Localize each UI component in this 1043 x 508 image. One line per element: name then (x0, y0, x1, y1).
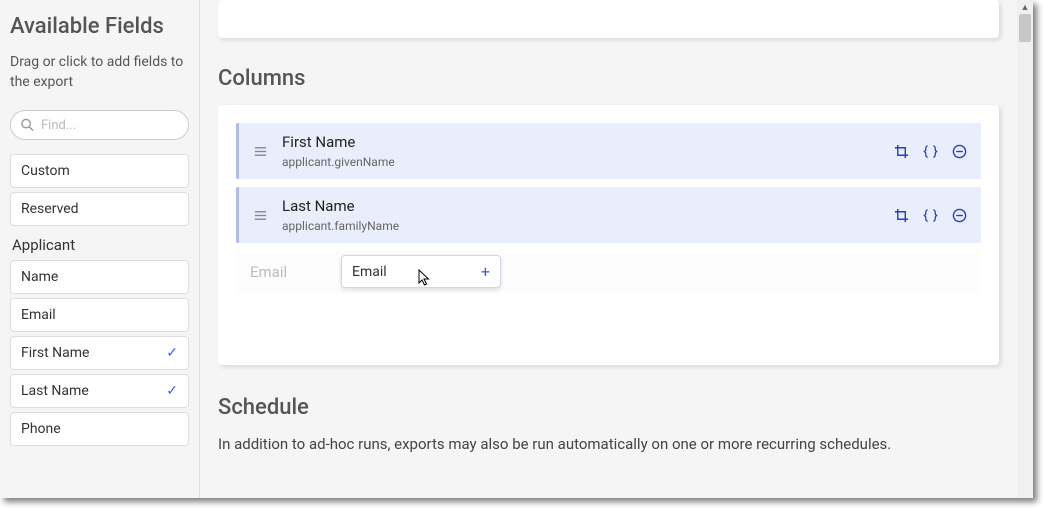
drop-row[interactable]: Email Email + (236, 251, 981, 293)
remove-icon[interactable] (952, 208, 967, 223)
group-label-applicant: Applicant (12, 236, 189, 254)
cursor-icon (418, 269, 434, 293)
field-name[interactable]: Name (10, 260, 189, 294)
scroll-up-icon[interactable]: ▲ (1017, 0, 1033, 14)
sidebar-subtitle: Drag or click to add fields to the expor… (10, 53, 189, 92)
crop-icon[interactable] (894, 144, 909, 159)
check-icon: ✓ (166, 383, 178, 399)
drag-handle-icon[interactable] (253, 208, 268, 223)
columns-card: First Name applicant.givenName Last Name (218, 105, 999, 365)
drop-placeholder: Email (250, 263, 287, 281)
top-card (218, 0, 999, 38)
search-icon (20, 118, 35, 133)
column-name: First Name (282, 133, 894, 151)
field-last-name[interactable]: Last Name✓ (10, 374, 189, 408)
scrollbar-thumb[interactable] (1019, 14, 1031, 42)
braces-icon[interactable] (923, 144, 938, 159)
drag-handle-icon[interactable] (253, 144, 268, 159)
search-wrap (10, 110, 189, 140)
sidebar-title: Available Fields (10, 14, 189, 39)
sidebar: Available Fields Drag or click to add fi… (0, 0, 200, 498)
field-first-name[interactable]: First Name✓ (10, 336, 189, 370)
remove-icon[interactable] (952, 144, 967, 159)
check-icon: ✓ (166, 345, 178, 361)
column-path: applicant.familyName (282, 219, 894, 233)
schedule-title: Schedule (218, 395, 999, 420)
column-path: applicant.givenName (282, 155, 894, 169)
column-name: Last Name (282, 197, 894, 215)
columns-title: Columns (218, 66, 999, 91)
braces-icon[interactable] (923, 208, 938, 223)
field-phone[interactable]: Phone (10, 412, 189, 446)
main-panel: ▲ Columns First Name applicant.givenName (200, 0, 1033, 498)
field-reserved[interactable]: Reserved (10, 192, 189, 226)
field-custom[interactable]: Custom (10, 154, 189, 188)
crop-icon[interactable] (894, 208, 909, 223)
drag-chip-label: Email (352, 264, 387, 280)
schedule-description: In addition to ad-hoc runs, exports may … (218, 434, 999, 455)
plus-icon: + (481, 262, 490, 281)
column-row[interactable]: Last Name applicant.familyName (236, 187, 981, 243)
field-email[interactable]: Email (10, 298, 189, 332)
scrollbar[interactable]: ▲ (1017, 0, 1033, 498)
column-row[interactable]: First Name applicant.givenName (236, 123, 981, 179)
search-input[interactable] (10, 110, 189, 140)
